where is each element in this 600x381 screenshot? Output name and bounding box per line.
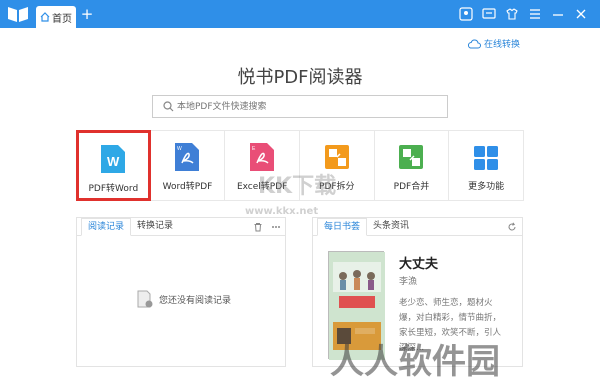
online-convert-link[interactable]: 在线转换 [467, 36, 520, 50]
pdf-to-word-icon: W [101, 145, 126, 173]
panel-tabs: 阅读记录 转换记录 [77, 218, 285, 236]
user-icon[interactable] [459, 7, 473, 21]
tab-reading-history[interactable]: 阅读记录 [81, 218, 132, 236]
function-tiles: W PDF转Word W Word转PDF E Excel转PDF PDF拆分 [76, 130, 524, 201]
daily-book-panel: 每日书荟 头条资讯 大丈夫 李漁 老少恋、师生恋，题材火爆，对白精彩，情节曲折，… [312, 217, 523, 367]
tab-daily-book[interactable]: 每日书荟 [317, 218, 368, 236]
tab-conversion-history[interactable]: 转换记录 [131, 218, 179, 236]
reading-history-panel: 阅读记录 转换记录 您还没有阅读记录 [76, 217, 286, 367]
menu-icon[interactable] [528, 7, 542, 21]
title-bar: 首页 + [0, 0, 600, 28]
pdf-split-icon [324, 145, 349, 169]
search-input[interactable] [177, 99, 437, 115]
empty-document-icon [137, 290, 153, 308]
search-icon [163, 101, 174, 112]
tile-label: PDF转Word [88, 184, 139, 194]
watermark-url: www.kkx.net [245, 206, 319, 217]
pdf-to-word-tile[interactable]: W PDF转Word [76, 130, 151, 201]
more-functions-icon [474, 146, 499, 170]
word-to-pdf-tile[interactable]: W Word转PDF [150, 130, 226, 201]
search-box[interactable] [152, 95, 448, 118]
panel-tabs: 每日书荟 头条资讯 [313, 218, 522, 236]
tile-label: PDF拆分 [319, 182, 355, 192]
trash-icon[interactable] [253, 222, 263, 232]
excel-to-pdf-icon: E [250, 143, 275, 171]
app-title: 悦书PDF阅读器 [237, 67, 363, 88]
empty-state-text: 您还没有阅读记录 [159, 295, 232, 306]
pdf-merge-icon [399, 145, 424, 169]
svg-text:W: W [177, 146, 182, 152]
tile-label: Word转PDF [162, 182, 213, 192]
close-icon[interactable] [574, 7, 588, 21]
tab-home-label: 首页 [52, 14, 72, 25]
tab-home[interactable]: 首页 [36, 6, 76, 28]
minimize-icon[interactable] [551, 7, 565, 21]
pdf-split-tile[interactable]: PDF拆分 [299, 130, 375, 201]
tile-label: Excel转PDF [236, 182, 288, 192]
tile-label: PDF合并 [393, 182, 430, 192]
skin-icon[interactable] [505, 7, 519, 21]
book-cover-image[interactable] [328, 251, 385, 360]
tile-label: 更多功能 [468, 182, 505, 192]
book-title[interactable]: 大丈夫 [399, 253, 438, 272]
empty-state: 您还没有阅读记录 [137, 290, 231, 308]
excel-to-pdf-tile[interactable]: E Excel转PDF [225, 130, 300, 201]
more-icon[interactable] [271, 222, 281, 232]
book-description: 老少恋、师生恋，题材火爆，对白精彩，情节曲折，家长里短，欢笑不断，引人深深... [399, 298, 502, 353]
more-functions-tile[interactable]: 更多功能 [449, 130, 524, 201]
add-tab-button[interactable]: + [80, 6, 94, 22]
pdf-merge-tile[interactable]: PDF合并 [374, 130, 450, 201]
svg-text:W: W [107, 154, 120, 169]
cloud-icon [467, 39, 481, 48]
book-author: 李漁 [399, 277, 418, 287]
refresh-icon[interactable] [507, 222, 517, 232]
home-icon [40, 12, 50, 22]
app-logo-icon [8, 7, 28, 22]
online-convert-label: 在线转换 [483, 39, 520, 50]
feedback-icon[interactable] [482, 7, 496, 21]
tab-headline-news[interactable]: 头条资讯 [367, 218, 415, 236]
word-to-pdf-icon: W [175, 143, 200, 171]
